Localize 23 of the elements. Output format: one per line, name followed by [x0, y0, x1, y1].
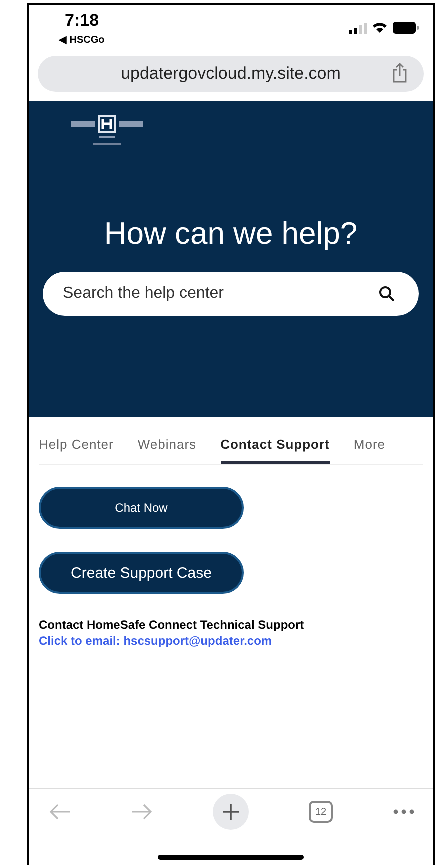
- create-case-button[interactable]: Create Support Case: [39, 552, 244, 594]
- tab-count-button[interactable]: 12: [309, 801, 333, 823]
- address-bar[interactable]: updatergovcloud.my.site.com: [38, 56, 424, 92]
- nav-tab[interactable]: Webinars: [138, 437, 197, 464]
- search-field[interactable]: Search the help center: [43, 272, 419, 316]
- search-icon[interactable]: [379, 286, 395, 302]
- battery-icon: [393, 22, 419, 34]
- hero-title: How can we help?: [104, 216, 358, 252]
- status-time: 7:18: [64, 11, 100, 31]
- back-to-app-link[interactable]: ◀ HSCGo: [59, 34, 105, 46]
- share-icon[interactable]: [392, 63, 408, 83]
- wifi-icon: [372, 22, 388, 34]
- new-tab-button[interactable]: [213, 794, 249, 830]
- contact-heading: Contact HomeSafe Connect Technical Support: [39, 618, 306, 632]
- nav-tab[interactable]: Help Center: [39, 437, 114, 464]
- nav-tab[interactable]: More: [354, 437, 386, 464]
- nav-tab[interactable]: Contact Support: [220, 437, 330, 464]
- more-icon[interactable]: [393, 809, 415, 815]
- plus-icon: [222, 803, 240, 821]
- url-text: updatergovcloud.my.site.com: [121, 64, 341, 84]
- signal-icon: [349, 22, 367, 34]
- email-link[interactable]: Click to email: hscsupport@updater.com: [39, 634, 423, 648]
- chat-button[interactable]: Chat Now: [39, 487, 244, 529]
